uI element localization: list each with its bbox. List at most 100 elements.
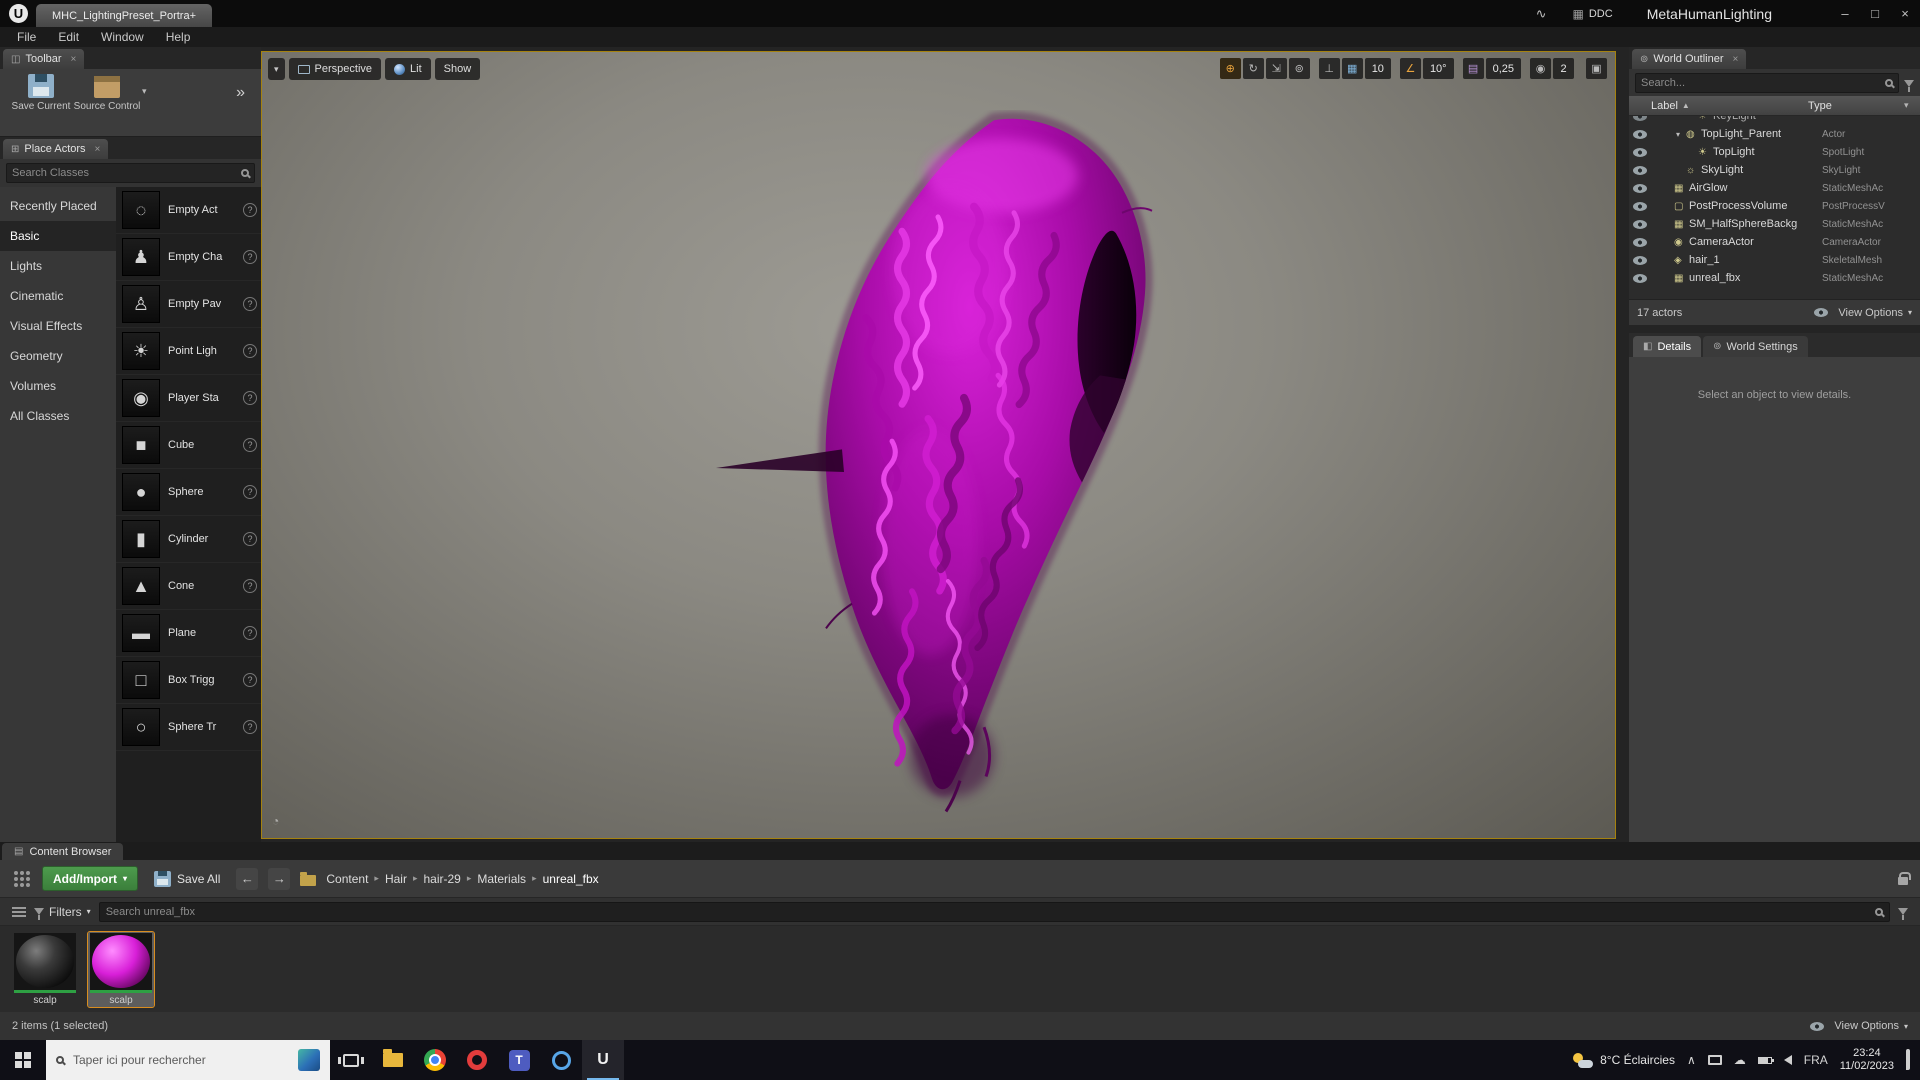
language-indicator[interactable]: FRA xyxy=(1804,1053,1828,1067)
visibility-eye-icon[interactable] xyxy=(1633,273,1647,283)
asset-tile[interactable]: scalp xyxy=(87,931,155,1008)
show-button[interactable]: Show xyxy=(434,58,481,80)
actor-thumbnail[interactable]: ◌ xyxy=(122,191,160,229)
rotation-snap-button[interactable]: ∠ xyxy=(1399,58,1421,79)
menu-item[interactable]: Window xyxy=(90,27,155,47)
forward-button[interactable]: → xyxy=(268,867,291,890)
opera-button[interactable] xyxy=(456,1040,498,1080)
outliner-row[interactable]: ☀ KeyLight xyxy=(1629,116,1920,125)
category-item[interactable]: Visual Effects xyxy=(0,311,116,341)
actor-thumbnail[interactable]: ♙ xyxy=(122,285,160,323)
lit-mode-button[interactable]: Lit xyxy=(385,58,431,80)
asset-search-input[interactable] xyxy=(105,905,1875,918)
breadcrumb-item[interactable]: ▸ hair-29 xyxy=(409,872,461,886)
move-tool-button[interactable]: ⊕ xyxy=(1219,58,1241,79)
placeable-actor-row[interactable]: ◉ Player Sta ? xyxy=(116,375,261,422)
add-import-button[interactable]: Add/Import ▾ xyxy=(42,866,139,891)
level-tab[interactable]: MHC_LightingPreset_Portra+ xyxy=(36,4,212,27)
asset-tile[interactable]: scalp xyxy=(12,932,78,1007)
outliner-row[interactable]: ▦ unreal_fbx StaticMeshAc xyxy=(1629,269,1920,287)
minimize-button[interactable]: – xyxy=(1830,0,1860,27)
details-tab[interactable]: ◧ Details xyxy=(1633,336,1702,357)
visibility-eye-icon[interactable] xyxy=(1633,201,1647,211)
grid-size-button[interactable]: 10 xyxy=(1364,58,1391,79)
weather-widget[interactable]: 8°C Éclaircies xyxy=(1573,1052,1675,1068)
hair-asset-3d[interactable] xyxy=(702,110,1212,830)
volume-icon[interactable] xyxy=(1783,1055,1792,1065)
rotate-tool-button[interactable]: ↻ xyxy=(1242,58,1264,79)
breadcrumb-item[interactable]: ▸ Materials xyxy=(463,872,526,886)
category-item[interactable]: Recently Placed xyxy=(0,191,116,221)
unreal-engine-button[interactable]: U xyxy=(582,1040,624,1080)
placeable-actor-row[interactable]: ♙ Empty Pav ? xyxy=(116,281,261,328)
outliner-filter-icon[interactable] xyxy=(1904,79,1914,92)
breadcrumb-item[interactable]: ▸ Content xyxy=(326,872,368,886)
save-current-button[interactable]: Save Current xyxy=(10,74,72,112)
outliner-row[interactable]: ☀ TopLight SpotLight xyxy=(1629,143,1920,161)
notification-center-button[interactable] xyxy=(1906,1049,1910,1070)
outliner-search-input[interactable] xyxy=(1641,77,1885,89)
menu-item[interactable]: Help xyxy=(155,27,202,47)
visibility-eye-icon[interactable] xyxy=(1633,165,1647,175)
actor-thumbnail[interactable]: ▲ xyxy=(122,567,160,605)
viewport-corner-icon[interactable]: ◔ xyxy=(272,814,279,828)
scale-snap-button[interactable]: ▤ xyxy=(1462,58,1484,79)
placeable-actor-row[interactable]: ♟ Empty Cha ? xyxy=(116,234,261,281)
menu-item[interactable]: File xyxy=(6,27,47,47)
close-panel-icon[interactable]: × xyxy=(1733,54,1739,65)
show-hidden-icons-button[interactable]: ∧ xyxy=(1687,1053,1696,1067)
scale-tool-button[interactable]: ⇲ xyxy=(1265,58,1287,79)
scale-snap-value-button[interactable]: 0,25 xyxy=(1485,58,1521,79)
world-outliner-tab[interactable]: ⊚ World Outliner × xyxy=(1632,49,1747,69)
save-search-icon[interactable] xyxy=(1898,908,1908,920)
actor-thumbnail[interactable]: ▮ xyxy=(122,520,160,558)
category-item[interactable]: Volumes xyxy=(0,371,116,401)
actor-thumbnail[interactable]: □ xyxy=(122,661,160,699)
outliner-view-options-button[interactable]: View Options ▾ xyxy=(1814,307,1912,319)
clock-widget[interactable]: 23:24 11/02/2023 xyxy=(1840,1047,1894,1073)
camera-speed-button[interactable]: ◉ xyxy=(1530,58,1551,79)
visibility-eye-icon[interactable] xyxy=(1633,116,1647,121)
chrome-button[interactable] xyxy=(414,1040,456,1080)
placeable-actor-row[interactable]: ● Sphere ? xyxy=(116,469,261,516)
placeable-actor-row[interactable]: ○ Sphere Tr ? xyxy=(116,704,261,751)
category-item[interactable]: All Classes xyxy=(0,401,116,431)
toolbar-panel-tab[interactable]: ◫ Toolbar × xyxy=(3,49,85,69)
outliner-row[interactable]: ◉ CameraActor CameraActor xyxy=(1629,233,1920,251)
label-column-header[interactable]: Label ▲ xyxy=(1651,100,1808,112)
placeable-actor-row[interactable]: ☀ Point Ligh ? xyxy=(116,328,261,375)
circular-app-button[interactable] xyxy=(540,1040,582,1080)
visibility-eye-icon[interactable] xyxy=(1633,183,1647,193)
camera-speed-value-button[interactable]: 2 xyxy=(1553,58,1574,79)
place-actors-search[interactable] xyxy=(6,163,255,183)
display-tray-icon[interactable] xyxy=(1707,1055,1722,1065)
save-all-button[interactable]: Save All xyxy=(148,870,226,887)
place-actors-tab[interactable]: ⊞ Place Actors × xyxy=(3,139,109,159)
column-options-icon[interactable]: ▾ xyxy=(1904,100,1920,111)
visibility-eye-icon[interactable] xyxy=(1633,219,1647,229)
task-view-button[interactable] xyxy=(330,1040,372,1080)
teams-button[interactable]: T xyxy=(498,1040,540,1080)
placeable-actor-row[interactable]: ▬ Plane ? xyxy=(116,610,261,657)
actor-thumbnail[interactable]: ▬ xyxy=(122,614,160,652)
rotation-snap-value-button[interactable]: 10° xyxy=(1422,58,1454,79)
grid-snap-button[interactable]: ▦ xyxy=(1341,58,1363,79)
file-explorer-button[interactable] xyxy=(372,1040,414,1080)
sources-panel-icon[interactable] xyxy=(14,870,18,875)
toolbar-expand-button[interactable]: » xyxy=(236,84,253,102)
visibility-eye-icon[interactable] xyxy=(1633,255,1647,265)
actor-thumbnail[interactable]: ○ xyxy=(122,708,160,746)
close-panel-icon[interactable]: × xyxy=(95,144,101,155)
content-browser-tab[interactable]: ▤ Content Browser xyxy=(2,843,124,860)
outliner-row[interactable]: ▾ ◍ TopLight_Parent Actor xyxy=(1629,125,1920,143)
perspective-button[interactable]: Perspective xyxy=(288,58,382,80)
type-column-header[interactable]: Type xyxy=(1808,100,1904,112)
close-button[interactable]: × xyxy=(1890,0,1920,27)
visibility-eye-icon[interactable] xyxy=(1633,237,1647,247)
placeable-actor-row[interactable]: ■ Cube ? xyxy=(116,422,261,469)
taskbar-search[interactable] xyxy=(46,1040,330,1080)
category-item[interactable]: Basic xyxy=(0,221,116,251)
placeable-actor-row[interactable]: ▲ Cone ? xyxy=(116,563,261,610)
actor-thumbnail[interactable]: ■ xyxy=(122,426,160,464)
source-control-dropdown-icon[interactable]: ▾ xyxy=(142,86,147,97)
